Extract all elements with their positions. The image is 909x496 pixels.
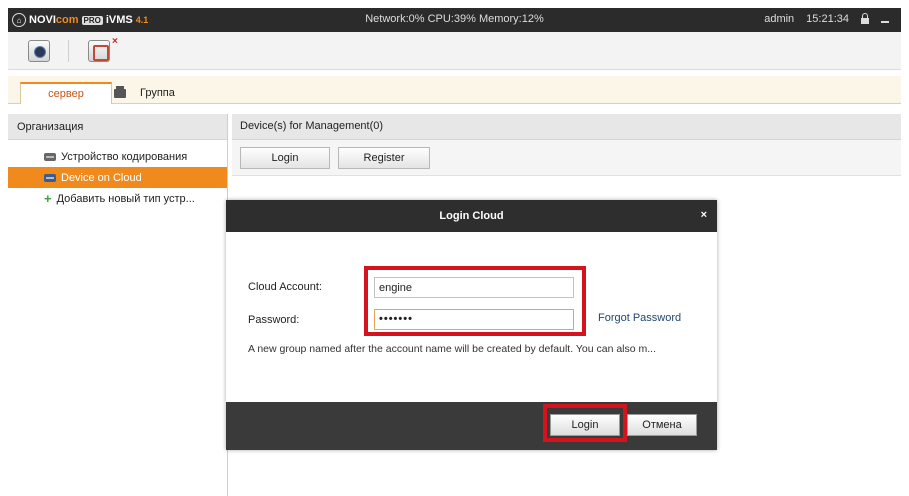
device-list-header: Device(s) for Management(0): [232, 114, 901, 140]
dialog-login-button[interactable]: Login: [550, 414, 620, 436]
forgot-password-link[interactable]: Forgot Password: [598, 312, 681, 324]
cloud-device-icon: [44, 173, 56, 182]
toolbar-divider: [68, 40, 69, 62]
sidebar-item-device-on-cloud[interactable]: Device on Cloud: [8, 167, 227, 188]
minimize-icon[interactable]: [881, 21, 889, 23]
sidebar-item-label: Device on Cloud: [61, 171, 142, 184]
group-icon: [114, 85, 126, 98]
dialog-header: Login Cloud ×: [226, 200, 717, 232]
main-toolbar: ×: [8, 32, 901, 70]
tab-server[interactable]: сервер: [20, 82, 112, 104]
register-button[interactable]: Register: [338, 147, 430, 169]
dialog-title: Login Cloud: [439, 210, 504, 222]
lock-icon[interactable]: [861, 12, 869, 25]
dialog-cancel-button[interactable]: Отмена: [627, 414, 697, 436]
dialog-body: Cloud Account: Password: ••••••• Forgot …: [226, 232, 717, 402]
organization-panel: Организация Устройство кодирования Devic…: [8, 114, 228, 496]
close-icon[interactable]: ×: [701, 209, 707, 221]
sidebar-item-label: Добавить новый тип устр...: [56, 192, 195, 205]
sidebar-item-label: Устройство кодирования: [61, 150, 188, 163]
dialog-footer: Login Отмена: [226, 402, 717, 450]
live-view-icon[interactable]: [28, 40, 50, 62]
cloud-account-input[interactable]: [374, 277, 574, 298]
organization-header: Организация: [8, 114, 227, 140]
close-tab-icon[interactable]: ×: [112, 36, 118, 47]
tab-group-label: Группа: [140, 87, 175, 99]
login-cloud-dialog: Login Cloud × Cloud Account: Password: •…: [226, 200, 717, 450]
plus-icon: +: [44, 190, 52, 206]
encoder-device-icon: [44, 152, 56, 161]
sidebar-item-encoding-device[interactable]: Устройство кодирования: [8, 146, 227, 167]
cloud-account-label: Cloud Account:: [248, 281, 322, 293]
password-input[interactable]: •••••••: [374, 309, 574, 330]
login-button[interactable]: Login: [240, 147, 330, 169]
device-management-icon[interactable]: [88, 40, 110, 62]
tab-strip: сервер Группа: [8, 76, 901, 104]
sidebar-item-add-device-type[interactable]: + Добавить новый тип устр...: [8, 188, 227, 209]
title-bar: ⌂ NOVIcom PRO iVMS 4.1 Network:0% CPU:39%…: [8, 8, 901, 32]
default-group-hint: A new group named after the account name…: [248, 343, 657, 355]
tab-group[interactable]: Группа: [114, 82, 175, 104]
clock: 15:21:34: [806, 13, 849, 25]
device-toolbar: Login Register: [232, 140, 901, 176]
username[interactable]: admin: [764, 13, 794, 25]
password-label: Password:: [248, 314, 300, 326]
